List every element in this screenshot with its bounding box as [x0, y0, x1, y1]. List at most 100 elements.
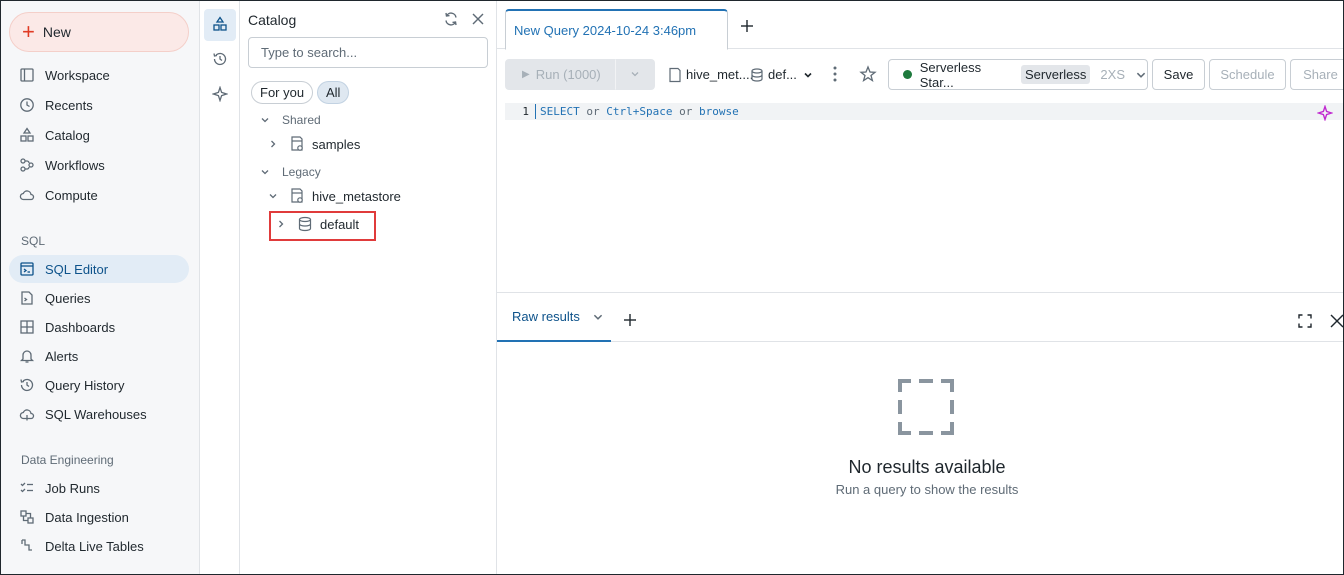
nav-item-workspace[interactable]: Workspace	[9, 61, 189, 89]
save-button[interactable]: Save	[1152, 59, 1205, 90]
new-button[interactable]: + New	[9, 12, 189, 52]
warehouse-size: 2XS	[1100, 67, 1125, 82]
nav-item-sql-editor[interactable]: SQL Editor	[9, 255, 189, 283]
fullscreen-icon[interactable]	[1297, 313, 1313, 329]
catalog-search-input[interactable]	[248, 37, 488, 68]
history-panel-button[interactable]	[204, 44, 236, 76]
nav-label: Query History	[45, 377, 125, 393]
more-options-icon[interactable]	[831, 65, 839, 83]
results-tab-bar: Raw results	[497, 292, 1343, 342]
code-hint-or: or	[586, 105, 600, 118]
cloud-icon	[19, 187, 35, 203]
run-button[interactable]: ▶ Run (1000)	[505, 59, 615, 90]
nav-label: Workspace	[45, 67, 110, 83]
tree-node-hive-metastore[interactable]: hive_metastore	[268, 187, 401, 205]
filter-all[interactable]: All	[317, 81, 350, 104]
workspace-icon	[19, 67, 35, 83]
tree-section-shared[interactable]: Shared	[260, 113, 321, 127]
chevron-down-icon	[630, 67, 640, 82]
catalog-selector[interactable]: hive_met....	[667, 59, 753, 90]
code-hint-or: or	[679, 105, 693, 118]
nav-item-workflows[interactable]: Workflows	[9, 151, 189, 179]
chevron-down-icon	[260, 115, 274, 125]
database-icon	[749, 67, 765, 83]
nav-item-delta-live-tables[interactable]: Delta Live Tables	[9, 532, 189, 560]
nav-item-catalog[interactable]: Catalog	[9, 121, 189, 149]
chevron-down-icon[interactable]	[592, 311, 604, 323]
nav-label: Queries	[45, 290, 91, 306]
nav-item-queries[interactable]: Queries	[9, 284, 189, 312]
add-visualization-icon[interactable]	[623, 313, 637, 327]
refresh-icon[interactable]	[443, 11, 461, 29]
schema-selector[interactable]: def...	[749, 59, 813, 90]
run-options-dropdown[interactable]	[615, 59, 655, 90]
clock-icon	[19, 97, 35, 113]
chevron-right-icon[interactable]	[268, 139, 282, 149]
close-results-icon[interactable]	[1329, 313, 1343, 329]
add-tab-icon[interactable]	[739, 18, 755, 34]
empty-state-subtitle: Run a query to show the results	[835, 482, 1019, 497]
chevron-down-icon	[260, 167, 274, 177]
filter-for-you[interactable]: For you	[251, 81, 314, 104]
job-runs-icon	[19, 480, 35, 496]
code-hint-browse[interactable]: browse	[699, 105, 739, 118]
app-window: + New Workspace Recents Catalog Workflow…	[0, 0, 1344, 575]
schedule-button[interactable]: Schedule	[1209, 59, 1286, 90]
nav-item-sql-warehouses[interactable]: SQL Warehouses	[9, 400, 189, 428]
nav-label: Catalog	[45, 127, 90, 143]
empty-state-title: No results available	[848, 457, 1006, 477]
nav-label: SQL Warehouses	[45, 406, 147, 422]
nav-item-query-history[interactable]: Query History	[9, 371, 189, 399]
code-editor-line[interactable]: 1 SELECT or Ctrl+Space or browse	[505, 103, 1343, 120]
nav-item-alerts[interactable]: Alerts	[9, 342, 189, 370]
nav-item-job-runs[interactable]: Job Runs	[9, 474, 189, 502]
bell-icon	[19, 348, 35, 364]
warehouse-icon	[19, 406, 35, 422]
nav-item-recents[interactable]: Recents	[9, 91, 189, 119]
raw-results-label: Raw results	[512, 309, 580, 324]
nav-item-data-ingestion[interactable]: Data Ingestion	[9, 503, 189, 531]
nav-item-dashboards[interactable]: Dashboards	[9, 313, 189, 341]
tree-node-samples[interactable]: samples	[268, 135, 360, 153]
catalog-db-icon	[288, 135, 306, 153]
nav-label: Alerts	[45, 348, 79, 364]
share-button[interactable]: Share	[1290, 59, 1343, 90]
warehouse-name: Serverless Star...	[919, 59, 982, 90]
highlight-box	[269, 211, 376, 241]
history-icon	[212, 51, 228, 70]
catalog-icon	[212, 15, 228, 35]
warehouse-type-badge: Serverless	[1021, 65, 1091, 84]
chevron-down-icon[interactable]	[268, 191, 282, 201]
star-icon[interactable]	[859, 65, 877, 83]
chevron-down-icon	[803, 70, 813, 80]
nav-label: Delta Live Tables	[45, 538, 144, 554]
warehouse-selector[interactable]: Serverless Star... Serverless 2XS	[888, 59, 1148, 90]
plus-icon: +	[22, 19, 35, 44]
left-navigation: + New Workspace Recents Catalog Workflow…	[1, 1, 200, 574]
tree-section-legacy[interactable]: Legacy	[260, 165, 321, 179]
nav-label: Recents	[45, 97, 93, 113]
run-button-label: Run (1000)	[535, 67, 601, 82]
ingestion-icon	[19, 509, 35, 525]
nav-section-sql: SQL	[21, 234, 46, 248]
text-cursor	[535, 104, 536, 119]
delta-icon	[19, 538, 35, 554]
assistant-sparkle-icon[interactable]	[1316, 104, 1334, 122]
catalog-icon	[19, 127, 35, 143]
catalog-title: Catalog	[248, 12, 297, 28]
schema-selector-label: def...	[768, 67, 797, 82]
workflows-icon	[19, 157, 35, 173]
nav-label: Compute	[45, 187, 98, 203]
query-tab[interactable]: New Query 2024-10-24 3:46pm	[505, 9, 728, 50]
query-tab-bar: New Query 2024-10-24 3:46pm	[497, 1, 1343, 50]
nav-item-compute[interactable]: Compute	[9, 181, 189, 209]
close-icon[interactable]	[470, 11, 488, 29]
raw-results-tab[interactable]: Raw results	[497, 293, 611, 342]
nav-label: Dashboards	[45, 319, 116, 335]
tree-node-label: hive_metastore	[312, 188, 401, 204]
code-keyword: SELECT	[540, 105, 580, 118]
catalog-panel-button[interactable]	[204, 9, 236, 41]
assistant-panel-button[interactable]	[204, 79, 236, 111]
new-button-label: New	[42, 24, 71, 40]
tree-node-label: samples	[312, 136, 361, 152]
